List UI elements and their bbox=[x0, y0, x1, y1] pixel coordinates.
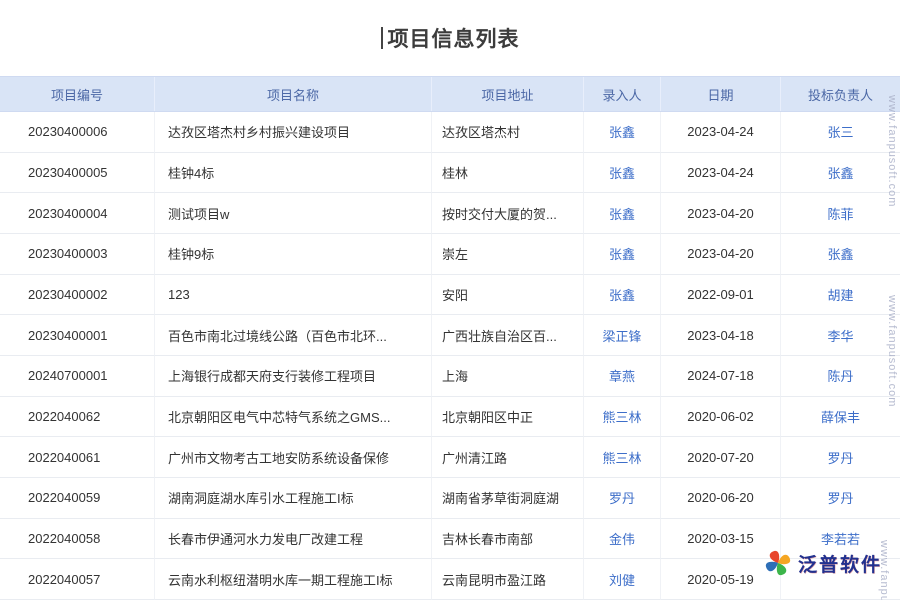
column-header-date: 日期 bbox=[661, 77, 781, 111]
cell-name: 达孜区塔杰村乡村振兴建设项目 bbox=[155, 112, 432, 153]
cell-address: 桂林 bbox=[432, 153, 584, 194]
cell-entry[interactable]: 金伟 bbox=[584, 519, 661, 560]
table-row: 20230400005桂钟4标桂林张鑫2023-04-24张鑫 bbox=[0, 153, 900, 194]
table-row: 2022040062北京朝阳区电气中芯特气系统之GMS...北京朝阳区中正熊三林… bbox=[0, 397, 900, 438]
cell-bidder[interactable] bbox=[781, 559, 900, 600]
cell-date: 2024-07-18 bbox=[661, 356, 781, 397]
column-header-bidder: 投标负责人 bbox=[781, 77, 900, 111]
cell-entry[interactable]: 张鑫 bbox=[584, 275, 661, 316]
cell-address: 安阳 bbox=[432, 275, 584, 316]
cell-name: 云南水利枢纽潜明水库一期工程施工I标 bbox=[155, 559, 432, 600]
page-title: 项目信息列表 bbox=[388, 23, 520, 53]
cell-bidder[interactable]: 李华 bbox=[781, 315, 900, 356]
table-row: 2022040059湖南洞庭湖水库引水工程施工I标湖南省茅草街洞庭湖罗丹2020… bbox=[0, 478, 900, 519]
table-row: 2022040058长春市伊通河水力发电厂改建工程吉林长春市南部金伟2020-0… bbox=[0, 519, 900, 560]
cell-date: 2020-07-20 bbox=[661, 437, 781, 478]
cell-name: 桂钟9标 bbox=[155, 234, 432, 275]
cell-entry[interactable]: 章燕 bbox=[584, 356, 661, 397]
cell-date: 2023-04-24 bbox=[661, 153, 781, 194]
cell-code: 20230400003 bbox=[0, 234, 155, 275]
column-header-address: 项目地址 bbox=[432, 77, 584, 111]
table-row: 20230400002123安阳张鑫2022-09-01胡建 bbox=[0, 275, 900, 316]
cell-name: 百色市南北过境线公路（百色市北环... bbox=[155, 315, 432, 356]
cell-bidder[interactable]: 张鑫 bbox=[781, 153, 900, 194]
cell-address: 北京朝阳区中正 bbox=[432, 397, 584, 438]
table-header: 项目编号 项目名称 项目地址 录入人 日期 投标负责人 bbox=[0, 76, 900, 112]
cell-address: 崇左 bbox=[432, 234, 584, 275]
cell-code: 2022040058 bbox=[0, 519, 155, 560]
table-row: 2022040057云南水利枢纽潜明水库一期工程施工I标云南昆明市盈江路刘健20… bbox=[0, 559, 900, 600]
cell-address: 湖南省茅草街洞庭湖 bbox=[432, 478, 584, 519]
title-bar: 项目信息列表 bbox=[0, 0, 900, 76]
cell-bidder[interactable]: 胡建 bbox=[781, 275, 900, 316]
cell-date: 2020-03-15 bbox=[661, 519, 781, 560]
cell-date: 2020-06-02 bbox=[661, 397, 781, 438]
cell-entry[interactable]: 张鑫 bbox=[584, 193, 661, 234]
cell-date: 2020-06-20 bbox=[661, 478, 781, 519]
cell-bidder[interactable]: 陈丹 bbox=[781, 356, 900, 397]
cell-entry[interactable]: 张鑫 bbox=[584, 153, 661, 194]
table-row: 20230400001百色市南北过境线公路（百色市北环...广西壮族自治区百..… bbox=[0, 315, 900, 356]
cell-entry[interactable]: 刘健 bbox=[584, 559, 661, 600]
cell-bidder[interactable]: 薛保丰 bbox=[781, 397, 900, 438]
cell-date: 2023-04-20 bbox=[661, 193, 781, 234]
cell-bidder[interactable]: 陈菲 bbox=[781, 193, 900, 234]
cell-entry[interactable]: 罗丹 bbox=[584, 478, 661, 519]
column-header-entry: 录入人 bbox=[584, 77, 661, 111]
page: 项目信息列表 项目编号 项目名称 项目地址 录入人 日期 投标负责人 20230… bbox=[0, 0, 900, 600]
cell-bidder[interactable]: 罗丹 bbox=[781, 478, 900, 519]
text-cursor bbox=[381, 27, 383, 49]
cell-bidder[interactable]: 李若若 bbox=[781, 519, 900, 560]
cell-address: 吉林长春市南部 bbox=[432, 519, 584, 560]
table-row: 2022040061广州市文物考古工地安防系统设备保修广州清江路熊三林2020-… bbox=[0, 437, 900, 478]
cell-address: 上海 bbox=[432, 356, 584, 397]
cell-address: 按时交付大厦的贺... bbox=[432, 193, 584, 234]
cell-name: 长春市伊通河水力发电厂改建工程 bbox=[155, 519, 432, 560]
cell-code: 20230400001 bbox=[0, 315, 155, 356]
cell-date: 2023-04-18 bbox=[661, 315, 781, 356]
table-body: 20230400006达孜区塔杰村乡村振兴建设项目达孜区塔杰村张鑫2023-04… bbox=[0, 112, 900, 600]
cell-address: 云南昆明市盈江路 bbox=[432, 559, 584, 600]
cell-name: 桂钟4标 bbox=[155, 153, 432, 194]
cell-code: 20230400006 bbox=[0, 112, 155, 153]
cell-name: 湖南洞庭湖水库引水工程施工I标 bbox=[155, 478, 432, 519]
cell-code: 20230400002 bbox=[0, 275, 155, 316]
cell-address: 达孜区塔杰村 bbox=[432, 112, 584, 153]
cell-code: 20230400005 bbox=[0, 153, 155, 194]
cell-address: 广州清江路 bbox=[432, 437, 584, 478]
table-row: 20230400003桂钟9标崇左张鑫2023-04-20张鑫 bbox=[0, 234, 900, 275]
table-row: 20230400004测试项目w按时交付大厦的贺...张鑫2023-04-20陈… bbox=[0, 193, 900, 234]
cell-date: 2020-05-19 bbox=[661, 559, 781, 600]
cell-name: 上海银行成都天府支行装修工程项目 bbox=[155, 356, 432, 397]
cell-name: 123 bbox=[155, 275, 432, 316]
column-header-code: 项目编号 bbox=[0, 77, 155, 111]
cell-code: 2022040061 bbox=[0, 437, 155, 478]
cell-bidder[interactable]: 张鑫 bbox=[781, 234, 900, 275]
cell-code: 20230400004 bbox=[0, 193, 155, 234]
cell-name: 测试项目w bbox=[155, 193, 432, 234]
cell-bidder[interactable]: 张三 bbox=[781, 112, 900, 153]
cell-entry[interactable]: 梁正锋 bbox=[584, 315, 661, 356]
table-row: 20240700001上海银行成都天府支行装修工程项目上海章燕2024-07-1… bbox=[0, 356, 900, 397]
cell-entry[interactable]: 熊三林 bbox=[584, 397, 661, 438]
cell-date: 2022-09-01 bbox=[661, 275, 781, 316]
cell-code: 2022040057 bbox=[0, 559, 155, 600]
cell-entry[interactable]: 熊三林 bbox=[584, 437, 661, 478]
cell-entry[interactable]: 张鑫 bbox=[584, 234, 661, 275]
table-row: 20230400006达孜区塔杰村乡村振兴建设项目达孜区塔杰村张鑫2023-04… bbox=[0, 112, 900, 153]
cell-code: 2022040059 bbox=[0, 478, 155, 519]
cell-name: 北京朝阳区电气中芯特气系统之GMS... bbox=[155, 397, 432, 438]
cell-code: 20240700001 bbox=[0, 356, 155, 397]
cell-date: 2023-04-20 bbox=[661, 234, 781, 275]
cell-entry[interactable]: 张鑫 bbox=[584, 112, 661, 153]
cell-name: 广州市文物考古工地安防系统设备保修 bbox=[155, 437, 432, 478]
cell-date: 2023-04-24 bbox=[661, 112, 781, 153]
column-header-name: 项目名称 bbox=[155, 77, 432, 111]
cell-code: 2022040062 bbox=[0, 397, 155, 438]
project-table: 项目编号 项目名称 项目地址 录入人 日期 投标负责人 20230400006达… bbox=[0, 76, 900, 600]
cell-bidder[interactable]: 罗丹 bbox=[781, 437, 900, 478]
cell-address: 广西壮族自治区百... bbox=[432, 315, 584, 356]
